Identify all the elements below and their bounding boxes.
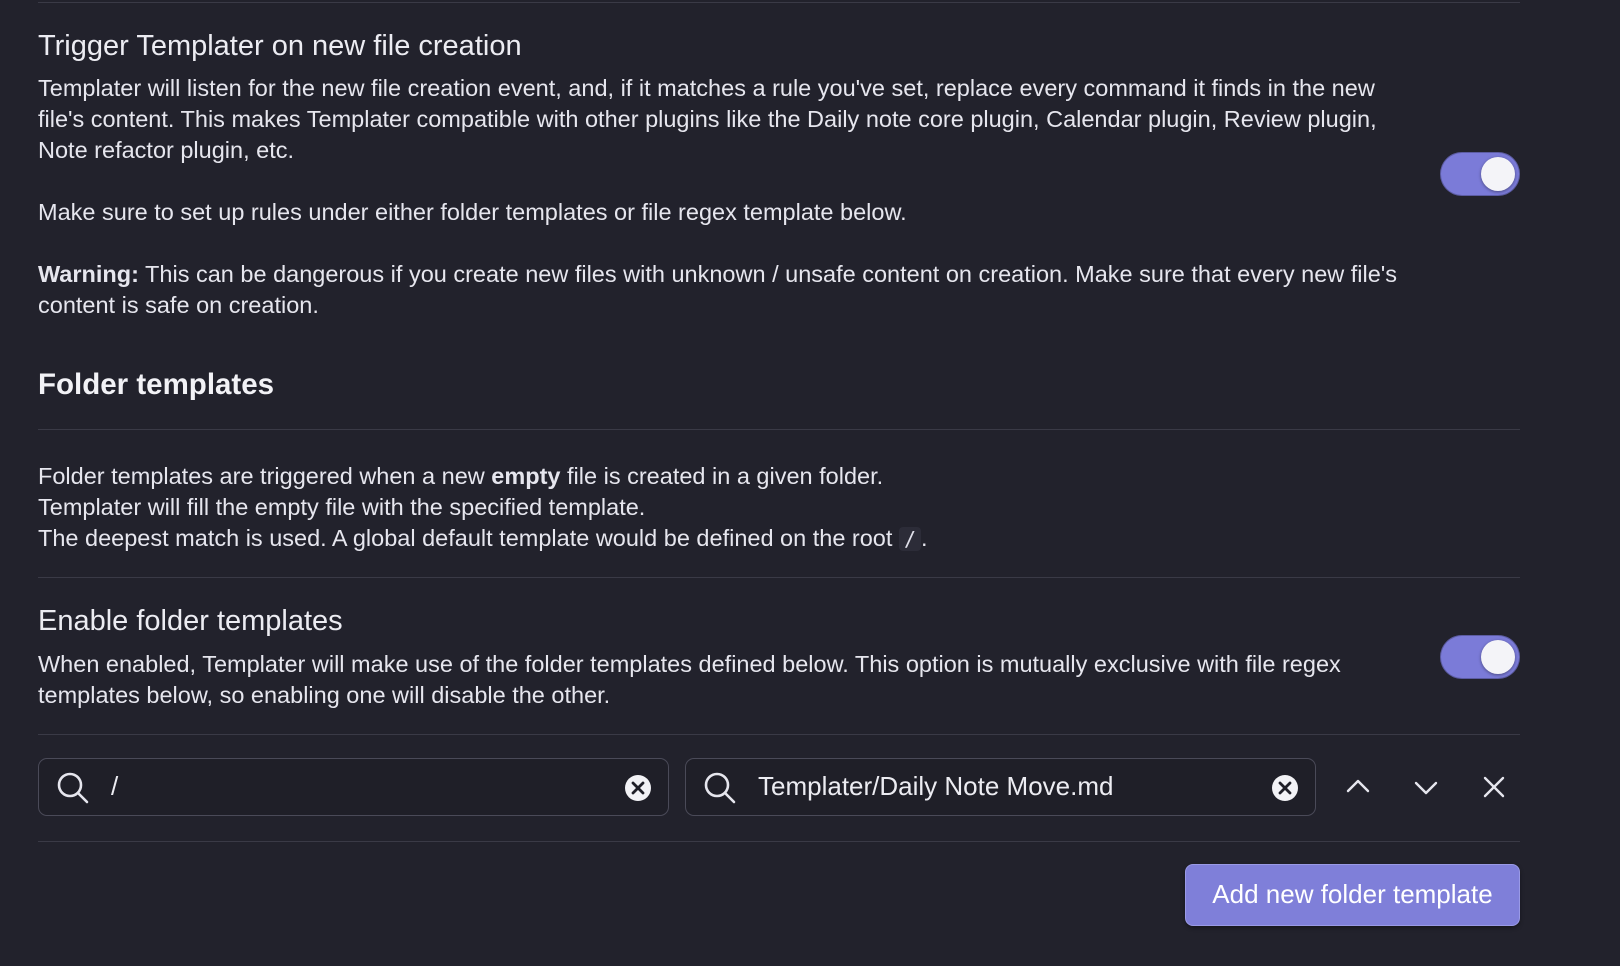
enable-divider <box>38 734 1520 735</box>
search-icon <box>704 772 736 804</box>
chevron-down-icon[interactable] <box>1411 772 1441 802</box>
folder-desc-bold-empty: empty <box>491 463 561 489</box>
add-new-folder-template-button[interactable]: Add new folder template <box>1185 864 1520 926</box>
folder-search-field[interactable]: / <box>38 758 669 816</box>
settings-page: Trigger Templater on new file creation T… <box>0 0 1620 966</box>
enable-folder-templates-description: When enabled, Templater will make use of… <box>38 651 1341 708</box>
top-divider <box>38 2 1520 3</box>
trigger-setting-description: Templater will listen for the new file c… <box>38 73 1408 321</box>
folder-templates-description: Folder templates are triggered when a ne… <box>38 461 1408 555</box>
clear-icon[interactable] <box>624 774 652 802</box>
row-divider <box>38 841 1520 842</box>
folder-desc-line-1-before: Folder templates are triggered when a ne… <box>38 463 492 489</box>
clear-icon[interactable] <box>1271 774 1299 802</box>
enable-folder-templates-toggle[interactable] <box>1440 635 1520 679</box>
chevron-up-icon[interactable] <box>1343 772 1373 802</box>
enable-folder-templates-name: Enable folder templates <box>38 605 343 637</box>
folder-desc-line-2: Templater will fill the empty file with … <box>38 494 646 520</box>
warning-text: This can be dangerous if you create new … <box>38 261 1398 318</box>
template-search-value[interactable]: Templater/Daily Note Move.md <box>758 759 1113 814</box>
close-icon[interactable] <box>1479 772 1509 802</box>
folder-search-value[interactable]: / <box>111 759 118 814</box>
warning-label: Warning: <box>38 261 139 287</box>
toggle-knob <box>1481 157 1515 191</box>
folder-desc-line-3-before: The deepest match is used. A global defa… <box>38 525 899 551</box>
toggle-knob <box>1481 640 1515 674</box>
template-search-field[interactable]: Templater/Daily Note Move.md <box>685 758 1316 816</box>
folder-desc-line-3-after: . <box>921 525 928 551</box>
trigger-desc-paragraph-1: Templater will listen for the new file c… <box>38 75 1377 163</box>
trigger-desc-paragraph-2: Make sure to set up rules under either f… <box>38 199 907 225</box>
folder-desc-line-1: Folder templates are triggered when a ne… <box>38 461 1408 492</box>
trigger-toggle[interactable] <box>1440 152 1520 196</box>
folder-desc-line-3: The deepest match is used. A global defa… <box>38 523 1408 555</box>
heading-divider <box>38 429 1520 430</box>
root-code: / <box>898 527 921 551</box>
folder-templates-heading: Folder templates <box>38 368 275 401</box>
folder-desc-line-1-after: file is created in a given folder. <box>560 463 884 489</box>
trigger-warning: Warning: This can be dangerous if you cr… <box>38 259 1408 321</box>
description-divider <box>38 577 1520 578</box>
search-icon <box>57 772 89 804</box>
trigger-setting-name: Trigger Templater on new file creation <box>38 30 522 62</box>
